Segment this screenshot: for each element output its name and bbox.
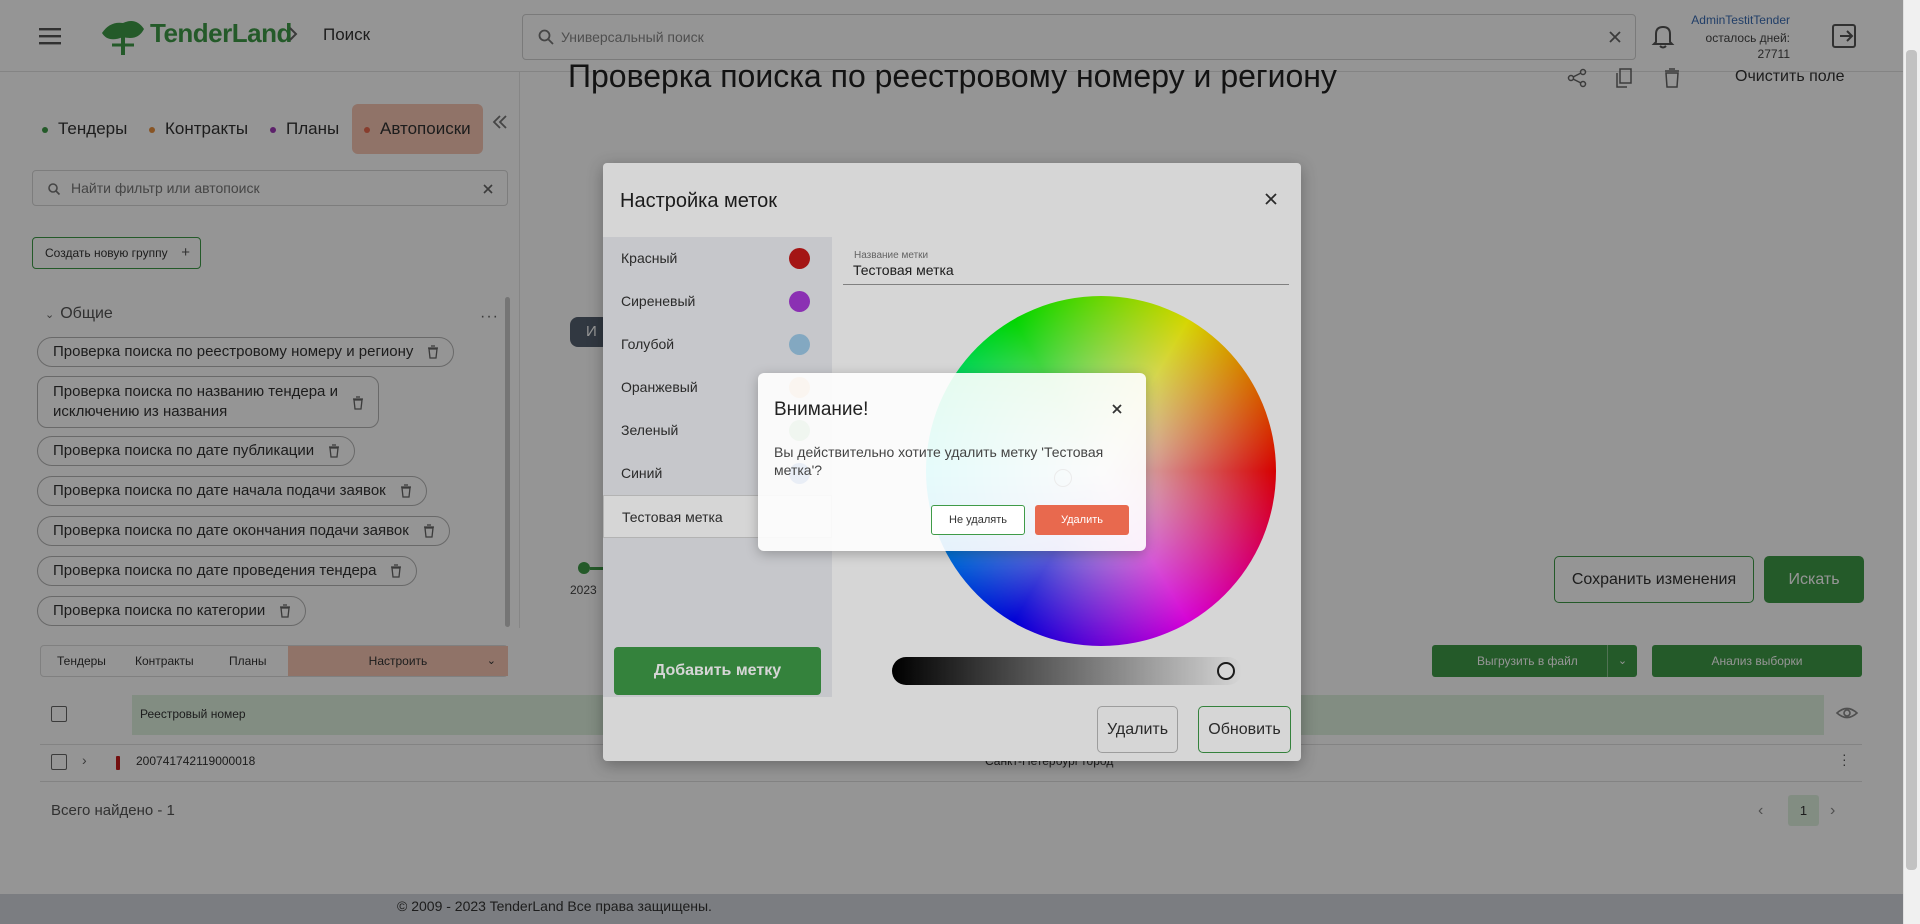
confirm-title: Внимание! (774, 399, 869, 420)
close-icon[interactable] (1110, 402, 1124, 416)
confirm-message: Вы действительно хотите удалить метку 'Т… (774, 444, 1104, 478)
page-scrollbar-thumb[interactable] (1906, 50, 1917, 870)
cancel-delete-button[interactable]: Не удалять (931, 505, 1025, 535)
confirm-delete-button[interactable]: Удалить (1035, 505, 1129, 535)
confirm-dialog: Внимание! Вы действительно хотите удалит… (758, 373, 1146, 551)
